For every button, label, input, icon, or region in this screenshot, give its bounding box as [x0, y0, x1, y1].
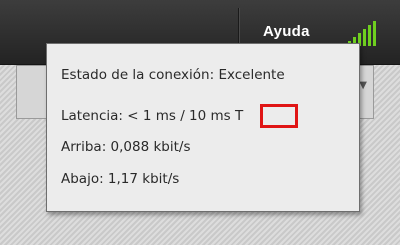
- upload-line: Arriba: 0,088 kbit/s: [61, 139, 191, 155]
- help-menu[interactable]: Ayuda: [263, 18, 310, 46]
- connection-status-tooltip: Estado de la conexión: Excelente Latenci…: [46, 43, 360, 212]
- latency-line: Latencia: < 1 ms / 10 ms T: [61, 108, 244, 124]
- connection-status-line: Estado de la conexión: Excelente: [61, 67, 285, 83]
- connection-status-label: Estado de la conexión:: [61, 67, 215, 83]
- dropdown-arrow-icon[interactable]: ▼: [359, 80, 367, 91]
- signal-bar-5: [368, 25, 371, 46]
- download-line: Abajo: 1,17 kbit/s: [61, 171, 180, 187]
- signal-bar-4: [363, 29, 366, 46]
- highlight-box: [260, 104, 298, 128]
- connection-status-value: Excelente: [218, 67, 285, 83]
- signal-bar-6: [373, 21, 376, 46]
